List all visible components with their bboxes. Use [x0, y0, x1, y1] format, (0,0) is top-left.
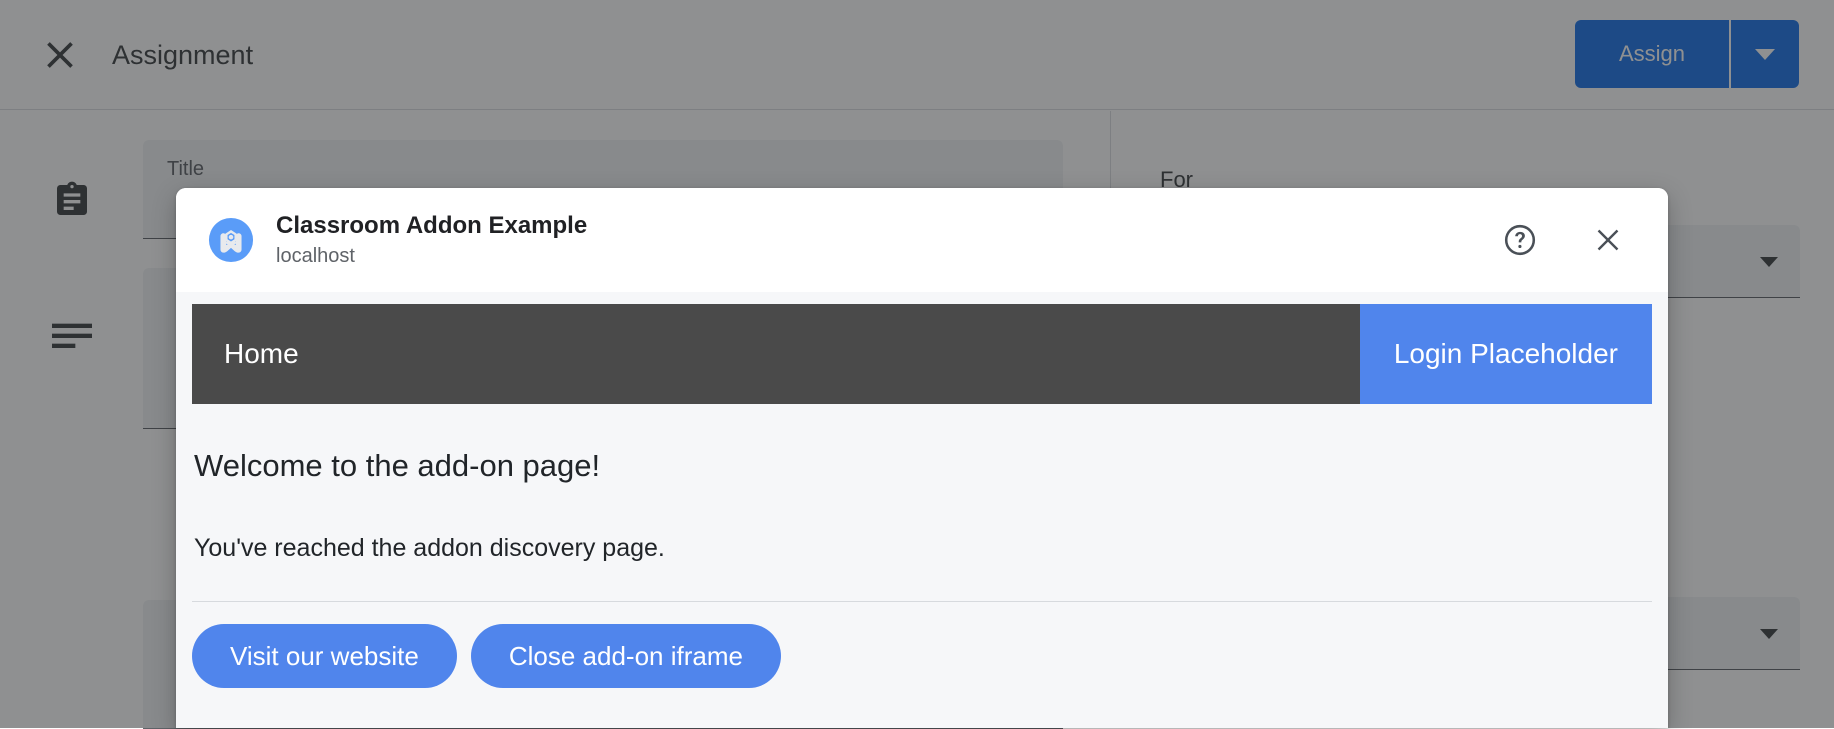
addon-app-origin: localhost [276, 243, 1494, 269]
title-field-label: Title [167, 158, 204, 181]
addon-content: Welcome to the add-on page! You've reach… [176, 446, 1668, 688]
addon-dialog: Classroom Addon Example localhost Home L… [176, 188, 1668, 728]
addon-welcome-heading: Welcome to the add-on page! [194, 446, 1652, 486]
nav-item-home[interactable]: Home [192, 304, 1360, 404]
close-icon[interactable] [38, 33, 82, 77]
addon-navbar: Home Login Placeholder [192, 304, 1652, 404]
nav-item-login-placeholder[interactable]: Login Placeholder [1360, 304, 1652, 404]
visit-website-button[interactable]: Visit our website [192, 624, 457, 688]
help-circle-icon[interactable] [1494, 214, 1546, 266]
description-lines-icon [52, 322, 92, 357]
close-addon-iframe-button[interactable]: Close add-on iframe [471, 624, 781, 688]
assignment-top-bar: Assignment Assign [0, 0, 1834, 110]
addon-app-icon [208, 217, 254, 263]
assign-dropdown-button[interactable] [1729, 20, 1799, 88]
chevron-down-icon [1760, 257, 1778, 267]
chevron-down-icon [1760, 629, 1778, 639]
page-title: Assignment [112, 33, 253, 77]
addon-body-text: You've reached the addon discovery page. [194, 532, 1652, 564]
assignment-clipboard-icon [52, 180, 92, 225]
addon-app-title: Classroom Addon Example [276, 211, 1494, 241]
content-divider [192, 601, 1652, 602]
close-icon[interactable] [1582, 214, 1634, 266]
assign-button[interactable]: Assign [1575, 20, 1729, 88]
addon-dialog-header: Classroom Addon Example localhost [176, 188, 1668, 292]
addon-action-buttons: Visit our website Close add-on iframe [192, 624, 1652, 688]
addon-iframe-body: Home Login Placeholder Welcome to the ad… [176, 292, 1668, 728]
addon-dialog-titles: Classroom Addon Example localhost [276, 211, 1494, 269]
chevron-down-icon [1755, 49, 1775, 60]
assign-button-group: Assign [1575, 20, 1799, 88]
